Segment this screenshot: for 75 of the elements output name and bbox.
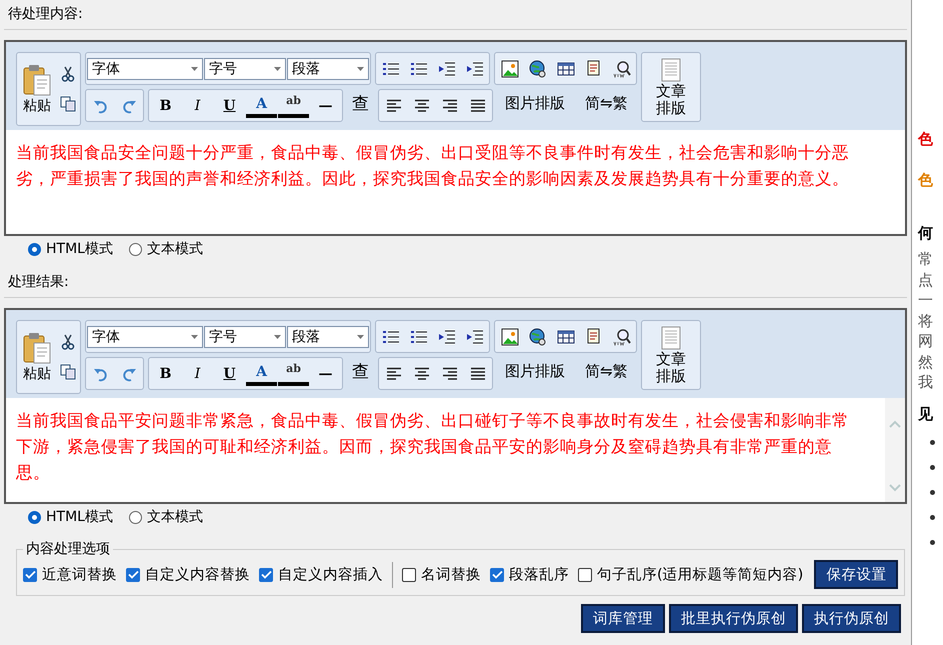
option-checkbox[interactable]: 近意词替换 [23,565,117,584]
format-button[interactable]: U [214,91,245,120]
article-layout-button[interactable]: 文章排版 [641,52,701,122]
caret-icon [274,66,281,70]
checkmark-icon [24,570,36,579]
bullet-icon [930,540,935,544]
format-button[interactable]: ab [278,94,309,118]
caret-icon [191,66,198,70]
side-text: 一 [918,290,934,310]
bullet-icon [930,440,935,444]
side-text: 将 [918,310,934,331]
format-button[interactable]: I [182,359,213,388]
bullet-icon [930,514,935,520]
action-button[interactable]: 执行伪原创 [802,604,901,633]
side-heading: 何 [918,224,934,243]
checkmark-icon [492,570,502,579]
action-button[interactable]: 批里执行伪原创 [669,604,798,633]
find-button[interactable]: 查 [347,357,374,386]
caret-icon [357,334,364,338]
format-button[interactable]: I [182,91,213,120]
clipboard-icon [22,63,52,97]
format-button[interactable]: — [310,91,341,120]
side-text: 点 [918,270,934,290]
format-button[interactable]: — [310,359,341,388]
dropdown[interactable]: 字号 [204,58,286,80]
action-button[interactable]: 词库管理 [581,604,665,633]
toolbar-text-button[interactable]: 简⇋繁 [577,357,636,386]
dropdown[interactable]: 字体 [87,326,203,348]
bullet-icon [930,464,935,470]
bullet-icon [930,490,935,494]
section-label: 待处理内容: [4,0,907,30]
document-icon [660,58,682,82]
option-checkbox[interactable]: 自定义内容替换 [126,565,250,584]
editor-text[interactable]: 当前我国食品安全问题十分严重，食品中毒、假冒伪劣、出口受阻等不良事件时有发生，社会危害和影响十分恶劣，严重损害了我国的声誉和经济利益。因此，探究我国食品安全的影响因素及发展趋势具有十分重要的意义。 [6,130,905,234]
caret-icon [191,334,198,338]
option-checkbox[interactable]: 名词替换 [402,565,481,584]
side-text: 色 [918,171,934,190]
dropdown[interactable]: 字号 [204,326,286,348]
options-title: 内容处理选项 [25,540,111,558]
document-icon [660,326,682,350]
editor-text[interactable]: 当前我国食品平安问题非常紧急，食品中毒、假冒伪劣、出口碰钉子等不良事故时有发生，社会侵害和影响非常下游，紧急侵害了我国的可耻和经济利益。因而，探究我国食品平安的影响身分及窒碍趋势具有非常严重的意思。 [6,398,885,502]
option-checkbox[interactable]: 句子乱序(适用标题等简短内容) [578,565,804,584]
checkmark-icon [260,570,272,579]
find-button[interactable]: 查 [347,89,374,118]
option-checkbox[interactable]: 段落乱序 [490,565,569,584]
dropdown[interactable]: 段落 [287,58,369,80]
option-checkbox[interactable]: 自定义内容插入 [259,565,383,584]
dropdown[interactable]: 段落 [287,326,369,348]
side-text: 然 [918,352,934,372]
toolbar-text-button[interactable]: 图片排版 [497,357,573,386]
caret-icon [357,66,364,70]
section-label: 处理结果: [4,268,907,298]
side-heading: 见 [918,404,934,424]
side-text: 常 [918,249,934,270]
mode-radio[interactable]: HTML模式 [28,239,113,259]
dropdown[interactable]: 字体 [87,58,203,80]
article-layout-button[interactable]: 文章排版 [641,320,701,390]
mode-radio[interactable]: 文本模式 [128,507,203,527]
side-text: 色 [918,130,934,149]
side-text: 网 [918,331,934,352]
side-text: 我 [918,372,934,392]
clipboard-icon [22,331,52,365]
toolbar-text-button[interactable]: 简⇋繁 [577,89,636,118]
toolbar-text-button[interactable]: 图片排版 [497,89,573,118]
format-button[interactable]: U [214,359,245,388]
mode-radio[interactable]: 文本模式 [128,239,203,259]
format-button[interactable]: B [150,359,181,388]
save-settings-button[interactable]: 保存设置 [814,560,898,589]
format-button[interactable]: B [150,91,181,120]
format-button[interactable]: A [246,94,277,118]
format-button[interactable]: A [246,362,277,386]
format-button[interactable]: ab [278,362,309,386]
caret-icon [274,334,281,338]
mode-radio[interactable]: HTML模式 [28,507,113,527]
checkmark-icon [128,570,138,579]
